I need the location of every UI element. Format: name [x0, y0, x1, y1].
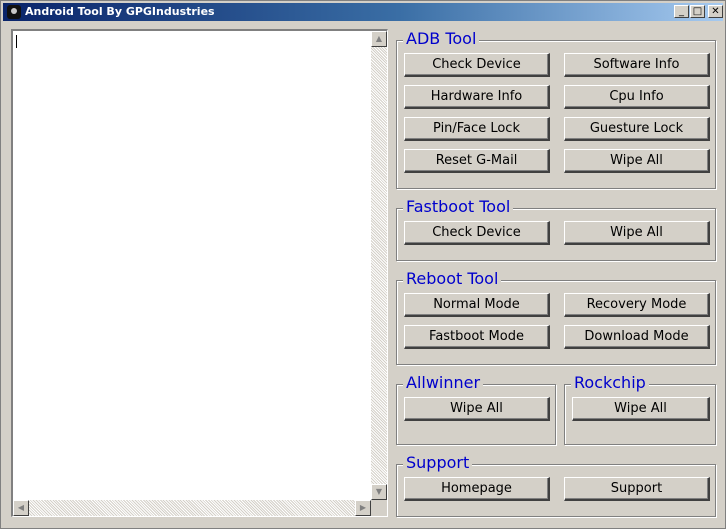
recovery-mode-button[interactable]: Recovery Mode	[564, 293, 710, 317]
text-caret	[16, 35, 17, 48]
normal-mode-button[interactable]: Normal Mode	[404, 293, 550, 317]
horizontal-scrollbar[interactable]: ◀ ▶	[13, 500, 371, 516]
fastboot-check-device-button[interactable]: Check Device	[404, 221, 550, 245]
reboot-tool-title: Reboot Tool	[403, 270, 502, 288]
guesture-lock-button[interactable]: Guesture Lock	[564, 117, 710, 141]
title-bar[interactable]: Android Tool By GPGIndustries _ □ ✕	[3, 3, 723, 21]
pin-face-lock-button[interactable]: Pin/Face Lock	[404, 117, 550, 141]
adb-tool-title: ADB Tool	[403, 30, 480, 48]
fastboot-tool-group: Fastboot Tool Check Device Wipe All	[396, 198, 716, 261]
adb-wipe-all-button[interactable]: Wipe All	[564, 149, 710, 173]
app-icon	[7, 5, 21, 19]
hardware-info-button[interactable]: Hardware Info	[404, 85, 550, 109]
rockchip-group: Rockchip Wipe All	[564, 374, 716, 445]
reboot-tool-group: Reboot Tool Normal Mode Recovery Mode Fa…	[396, 270, 716, 365]
allwinner-title: Allwinner	[403, 374, 484, 392]
fastboot-wipe-all-button[interactable]: Wipe All	[564, 221, 710, 245]
scroll-down-button[interactable]: ▼	[371, 484, 387, 500]
maximize-button[interactable]: □	[690, 5, 705, 18]
adb-check-device-button[interactable]: Check Device	[404, 53, 550, 77]
adb-tool-group: ADB Tool Check Device Software Info Hard…	[396, 30, 716, 189]
homepage-button[interactable]: Homepage	[404, 477, 550, 501]
support-button[interactable]: Support	[564, 477, 710, 501]
fastboot-mode-button[interactable]: Fastboot Mode	[404, 325, 550, 349]
allwinner-wipe-all-button[interactable]: Wipe All	[404, 397, 550, 421]
main-window: Android Tool By GPGIndustries _ □ ✕ ▲ ▼ …	[0, 0, 726, 529]
download-mode-button[interactable]: Download Mode	[564, 325, 710, 349]
log-textarea[interactable]: ▲ ▼ ◀ ▶	[11, 29, 388, 517]
close-button[interactable]: ✕	[708, 5, 723, 18]
window-title: Android Tool By GPGIndustries	[25, 5, 215, 18]
minimize-button[interactable]: _	[674, 5, 689, 18]
scroll-left-button[interactable]: ◀	[13, 500, 29, 516]
scroll-right-button[interactable]: ▶	[355, 500, 371, 516]
reset-gmail-button[interactable]: Reset G-Mail	[404, 149, 550, 173]
scrollbar-corner	[371, 500, 387, 516]
scroll-up-button[interactable]: ▲	[371, 31, 387, 47]
fastboot-tool-title: Fastboot Tool	[403, 198, 514, 216]
software-info-button[interactable]: Software Info	[564, 53, 710, 77]
allwinner-group: Allwinner Wipe All	[396, 374, 556, 445]
rockchip-title: Rockchip	[571, 374, 649, 392]
vertical-scrollbar[interactable]: ▲ ▼	[371, 31, 387, 500]
support-title: Support	[403, 454, 473, 472]
cpu-info-button[interactable]: Cpu Info	[564, 85, 710, 109]
support-group: Support Homepage Support	[396, 454, 716, 517]
rockchip-wipe-all-button[interactable]: Wipe All	[572, 397, 710, 421]
